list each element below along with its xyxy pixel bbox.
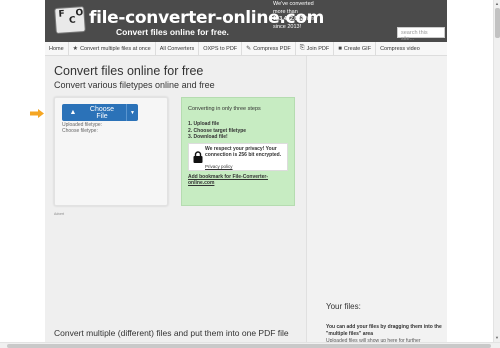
stats-line2: more than <box>273 8 298 15</box>
nav-compress-pdf-label: Compress PDF <box>253 45 291 52</box>
nav-join-pdf[interactable]: ⎘ Join PDF <box>296 41 335 56</box>
stats-line4: since 2013! <box>273 23 302 30</box>
upload-icon: ▲ <box>69 109 77 116</box>
steps-list: 1. Upload file 2. Choose target filetype… <box>188 121 246 141</box>
nav-home-label: Home <box>49 45 64 52</box>
video-icon: ■ <box>338 45 342 52</box>
advert-label: Advert <box>54 212 65 216</box>
site-subtitle: Convert files online for free. <box>116 27 229 37</box>
vertical-scrollbar[interactable]: ▲ ▼ <box>493 0 500 342</box>
copy-icon: ⎘ <box>299 45 305 51</box>
logo-letter-o: O <box>75 8 84 19</box>
lock-icon <box>193 151 203 163</box>
nav-home[interactable]: Home <box>45 41 69 56</box>
star-icon: ★ <box>72 46 79 52</box>
nav-compress-video[interactable]: Compress video <box>376 42 424 56</box>
steps-title: Converting in only three steps <box>188 106 261 112</box>
nav-compress-video-label: Compress video <box>380 45 420 52</box>
chevron-down-icon[interactable]: ▼ <box>126 104 138 121</box>
nav-all-converters-label: All Converters <box>159 45 195 52</box>
page-subtitle: Convert various filetypes online and fre… <box>54 80 215 90</box>
drag-files-text: You can add your files by dragging them … <box>326 324 442 337</box>
choose-file-button[interactable]: ▲ Choose File ▼ <box>62 104 138 121</box>
stats-line1: We've converted <box>273 1 314 7</box>
stats-count: 123.472.682 <box>273 16 304 22</box>
pencil-icon: ✎ <box>246 46 252 52</box>
main-nav: Home ★ Convert multiple files at once All… <box>45 41 447 56</box>
your-files-heading: Your files: <box>326 302 361 311</box>
scroll-down-icon[interactable]: ▼ <box>495 335 499 340</box>
privacy-policy-link[interactable]: Privacy policy <box>205 164 233 169</box>
nav-multiple-files[interactable]: ★ Convert multiple files at once <box>69 41 156 56</box>
page-title: Convert files online for free <box>54 64 204 78</box>
logo-letter-f: F <box>58 9 66 20</box>
step-item: 3. Download file! <box>188 134 228 140</box>
horizontal-scroll-thumb[interactable] <box>7 344 491 348</box>
nav-oxps-to-pdf[interactable]: OXPS to PDF <box>199 41 243 56</box>
vertical-scroll-thumb[interactable] <box>495 8 500 38</box>
arrow-right-icon <box>30 109 44 118</box>
nav-multiple-files-label: Convert multiple files at once <box>80 45 151 52</box>
privacy-text: We respect your privacy! Your connection… <box>205 146 282 158</box>
nav-join-pdf-label: Join PDF <box>306 45 330 52</box>
nav-all-converters[interactable]: All Converters <box>156 41 200 56</box>
conversion-stats: We've converted more than 123.472.682 fi… <box>273 1 333 31</box>
nav-oxps-to-pdf-label: OXPS to PDF <box>203 45 238 52</box>
choose-file-label: Choose File <box>89 105 115 120</box>
multiple-files-heading: Convert multiple (different) files and p… <box>54 328 289 338</box>
horizontal-scrollbar[interactable] <box>0 342 500 348</box>
stats-line3: files <box>305 16 315 22</box>
add-bookmark-link[interactable]: Add bookmark for File-Converter-online.c… <box>188 174 292 186</box>
nav-create-gif[interactable]: ■ Create GIF <box>334 41 377 56</box>
search-input[interactable]: search this site... <box>397 27 445 42</box>
scroll-up-icon[interactable]: ▲ <box>495 1 499 6</box>
logo-icon[interactable]: F C O <box>54 5 86 35</box>
choose-filetype-label: Choose filetype: <box>62 128 98 134</box>
nav-create-gif-label: Create GIF <box>343 45 372 52</box>
nav-compress-pdf[interactable]: ✎ Compress PDF <box>242 41 296 56</box>
